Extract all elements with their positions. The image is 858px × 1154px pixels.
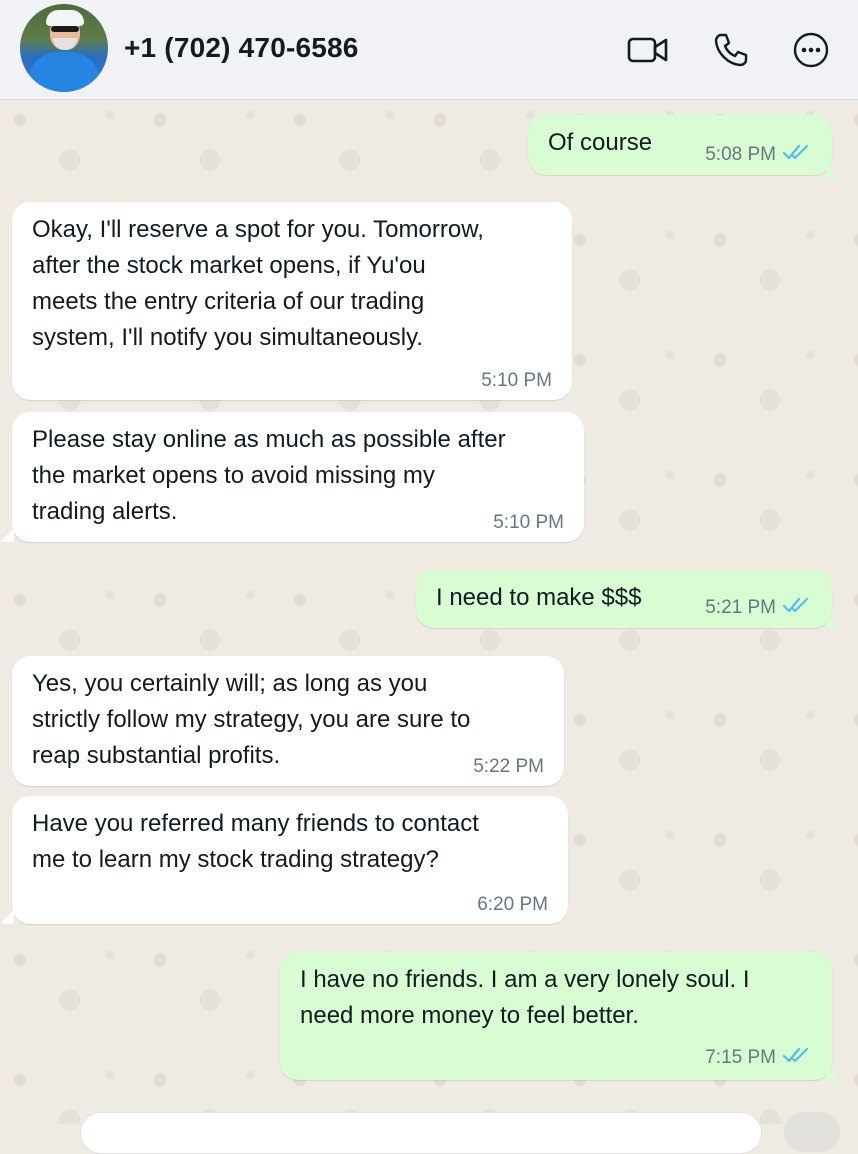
- phone-icon[interactable]: [710, 30, 752, 70]
- message-bubble-incoming[interactable]: Yes, you certainly will; as long as you …: [12, 656, 564, 786]
- read-ticks-icon: [782, 143, 812, 167]
- message-time: 6:20 PM: [477, 894, 548, 915]
- message-text: Okay, I'll reserve a spot for you. Tomor…: [32, 216, 484, 351]
- message-time: 5:08 PM: [705, 144, 776, 165]
- bubble-tail: [0, 910, 14, 924]
- bubble-tail: [826, 165, 840, 179]
- chat-header: +1 (702) 470-6586: [0, 0, 858, 100]
- video-call-icon[interactable]: [627, 30, 669, 70]
- message-text: Yes, you certainly will; as long as you …: [32, 670, 471, 769]
- more-options-icon[interactable]: [790, 30, 832, 70]
- message-bubble-outgoing[interactable]: Of course 5:08 PM: [528, 115, 832, 175]
- read-ticks-icon: [782, 1046, 812, 1070]
- bubble-tail: [0, 528, 14, 542]
- message-time: 7:15 PM: [705, 1047, 776, 1068]
- message-text: I have no friends. I am a very lonely so…: [300, 966, 750, 1029]
- message-text: Have you referred many friends to contac…: [32, 810, 479, 873]
- message-text: Please stay online as much as possible a…: [32, 426, 506, 525]
- message-time: 5:22 PM: [473, 756, 544, 777]
- avatar[interactable]: [20, 4, 108, 92]
- message-bubble-outgoing[interactable]: I need to make $$$ 5:21 PM: [416, 570, 832, 628]
- message-bubble-incoming[interactable]: Have you referred many friends to contac…: [12, 796, 568, 924]
- message-time: 5:21 PM: [705, 597, 776, 618]
- read-ticks-icon: [782, 596, 812, 620]
- bubble-tail: [826, 1066, 840, 1080]
- send-button[interactable]: [784, 1112, 840, 1152]
- message-time: 5:10 PM: [493, 512, 564, 533]
- message-bubble-incoming[interactable]: Please stay online as much as possible a…: [12, 412, 584, 542]
- message-time: 5:10 PM: [481, 370, 552, 391]
- message-input[interactable]: [80, 1112, 762, 1154]
- contact-name[interactable]: +1 (702) 470-6586: [124, 32, 359, 64]
- message-bubble-outgoing[interactable]: I have no friends. I am a very lonely so…: [280, 952, 832, 1080]
- bubble-tail: [826, 614, 840, 628]
- message-bubble-incoming[interactable]: Okay, I'll reserve a spot for you. Tomor…: [12, 202, 572, 400]
